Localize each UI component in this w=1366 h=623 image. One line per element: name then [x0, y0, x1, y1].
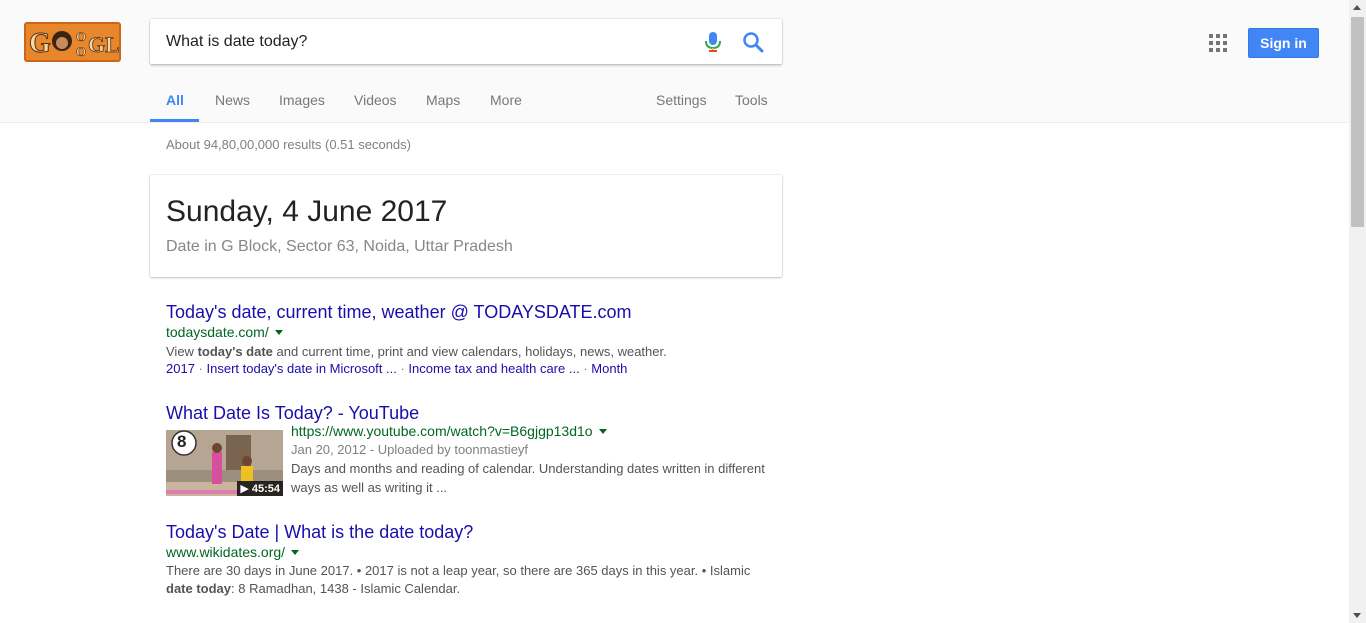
thumbnail-badge: 8: [177, 432, 187, 451]
sitelink[interactable]: 2017: [166, 361, 195, 376]
header-bar: G O O GLE Sign in All News Images Videos: [0, 0, 1349, 123]
active-tab-indicator: [150, 119, 199, 122]
result-snippet: Days and months and reading of calendar.…: [291, 461, 765, 495]
snippet-highlight: date today: [166, 581, 232, 596]
scroll-up-arrow-icon[interactable]: [1353, 5, 1361, 10]
result-title-link[interactable]: What Date Is Today? - YouTube: [166, 403, 776, 424]
tab-tools[interactable]: Tools: [735, 92, 768, 108]
sitelink[interactable]: Insert today's date in Microsoft ...: [207, 361, 397, 376]
sitelink[interactable]: Income tax and health care ...: [408, 361, 579, 376]
tab-news[interactable]: News: [215, 92, 250, 108]
result-url: www.wikidates.org/: [166, 544, 286, 560]
result-title-link[interactable]: Today's date, current time, weather @ TO…: [166, 302, 667, 323]
apps-grid-icon[interactable]: [1209, 34, 1227, 52]
snippet-text: There are 30 days in June 2017. • 2017 i…: [166, 563, 751, 578]
dropdown-arrow-icon[interactable]: [598, 429, 607, 435]
tab-more[interactable]: More: [490, 92, 522, 108]
snippet-text: : 8 Ramadhan, 1438 - Islamic Calendar.: [231, 581, 461, 596]
date-answer-card: Sunday, 4 June 2017 Date in G Block, Sec…: [150, 175, 782, 277]
vertical-scrollbar[interactable]: [1349, 0, 1366, 623]
microphone-icon[interactable]: [703, 31, 723, 53]
search-box: [150, 19, 782, 64]
svg-text:G: G: [29, 28, 51, 59]
tab-maps[interactable]: Maps: [426, 92, 460, 108]
svg-text:O: O: [76, 44, 86, 59]
scroll-thumb[interactable]: [1351, 17, 1364, 227]
video-search-result: What Date Is Today? - YouTube 8 ▶ 45:54 …: [166, 403, 776, 503]
tab-settings[interactable]: Settings: [656, 92, 707, 108]
result-snippet: View today's date and current time, prin…: [166, 343, 667, 361]
result-url: https://www.youtube.com/watch?v=B6gjgp13…: [291, 423, 593, 439]
sitelink-separator: ·: [198, 361, 207, 376]
tab-all[interactable]: All: [166, 92, 184, 108]
scroll-down-arrow-icon[interactable]: [1353, 613, 1361, 618]
snippet-highlight: today's date: [197, 344, 273, 359]
search-result: Today's Date | What is the date today? w…: [166, 522, 766, 598]
search-icon[interactable]: [741, 30, 765, 54]
dropdown-arrow-icon[interactable]: [291, 550, 300, 556]
sitelinks: 2017 · Insert today's date in Microsoft …: [166, 361, 667, 376]
snippet-text: View: [166, 344, 198, 359]
video-thumbnail[interactable]: 8 ▶ 45:54: [166, 430, 283, 496]
upload-info: Jan 20, 2012 - Uploaded by toonmastieyf: [291, 442, 529, 457]
search-result: Today's date, current time, weather @ TO…: [166, 302, 667, 376]
result-stats: About 94,80,00,000 results (0.51 seconds…: [166, 137, 411, 152]
search-tabs: All News Images Videos Maps More Setting…: [0, 80, 1349, 123]
svg-text:O: O: [76, 29, 86, 44]
tab-videos[interactable]: Videos: [354, 92, 397, 108]
answer-date: Sunday, 4 June 2017: [166, 195, 448, 228]
search-input[interactable]: [166, 19, 686, 64]
dropdown-arrow-icon[interactable]: [274, 330, 283, 336]
tab-images[interactable]: Images: [279, 92, 325, 108]
video-meta: https://www.youtube.com/watch?v=B6gjgp13…: [291, 423, 771, 497]
google-doodle-logo[interactable]: G O O GLE: [24, 22, 121, 62]
answer-location: Date in G Block, Sector 63, Noida, Uttar…: [166, 238, 513, 255]
doodle-artwork-icon: G O O GLE: [26, 24, 119, 60]
snippet-text: and current time, print and view calenda…: [272, 344, 667, 359]
sign-in-button[interactable]: Sign in: [1248, 28, 1319, 58]
result-title-link[interactable]: Today's Date | What is the date today?: [166, 522, 766, 543]
sitelink[interactable]: Month: [591, 361, 627, 376]
video-duration: ▶ 45:54: [237, 481, 283, 496]
result-snippet: There are 30 days in June 2017. • 2017 i…: [166, 562, 766, 598]
svg-text:GLE: GLE: [88, 32, 119, 57]
result-url: todaysdate.com/: [166, 324, 269, 340]
